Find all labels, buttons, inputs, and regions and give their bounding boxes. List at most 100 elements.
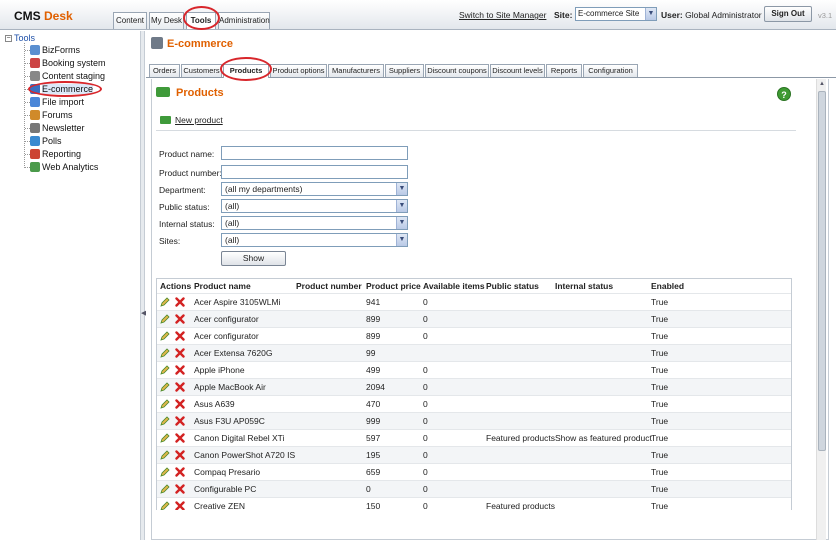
tab-customers[interactable]: Customers bbox=[181, 64, 222, 77]
edit-icon[interactable] bbox=[160, 433, 170, 443]
delete-icon[interactable] bbox=[175, 331, 185, 341]
tree-item-reporting[interactable]: Reporting bbox=[25, 148, 81, 160]
user-info: User: Global Administrator bbox=[661, 10, 762, 20]
scroll-thumb[interactable] bbox=[818, 91, 826, 451]
cell-product-name: Configurable PC bbox=[194, 484, 257, 494]
edit-icon[interactable] bbox=[160, 450, 170, 460]
products-content: Products ? New product Product name: Pro… bbox=[151, 79, 829, 540]
tree-item-web-analytics[interactable]: Web Analytics bbox=[25, 161, 98, 173]
delete-icon[interactable] bbox=[175, 433, 185, 443]
sites-select[interactable]: (all) ▼ bbox=[221, 233, 408, 247]
collapse-icon[interactable]: − bbox=[5, 35, 12, 43]
col-public-status[interactable]: Public status bbox=[486, 279, 539, 293]
product-number-input[interactable] bbox=[221, 165, 408, 179]
edit-icon[interactable] bbox=[160, 382, 170, 392]
tab-discount-coupons[interactable]: Discount coupons bbox=[425, 64, 489, 77]
edit-icon[interactable] bbox=[160, 297, 170, 307]
delete-icon[interactable] bbox=[175, 450, 185, 460]
bizforms-icon bbox=[30, 45, 40, 55]
cell-enabled: True bbox=[651, 450, 669, 460]
tree-item-bizforms[interactable]: BizForms bbox=[25, 44, 80, 56]
cell-available-items: 0 bbox=[423, 416, 428, 426]
tree-item-file-import[interactable]: File import bbox=[25, 96, 84, 108]
switch-site-manager-link[interactable]: Switch to Site Manager bbox=[459, 10, 546, 20]
col-internal-status[interactable]: Internal status bbox=[555, 279, 613, 293]
cell-enabled: True bbox=[651, 399, 669, 409]
tree-item-ecommerce[interactable]: E-commerce bbox=[25, 83, 94, 95]
tree-item-forums[interactable]: Forums bbox=[25, 109, 73, 121]
col-product-number[interactable]: Product number bbox=[296, 279, 362, 293]
edit-icon[interactable] bbox=[160, 416, 170, 426]
delete-icon[interactable] bbox=[175, 416, 185, 426]
tab-discount-levels[interactable]: Discount levels bbox=[490, 64, 545, 77]
cell-product-name: Compaq Presario bbox=[194, 467, 261, 477]
edit-icon[interactable] bbox=[160, 501, 170, 510]
cell-available-items: 0 bbox=[423, 314, 428, 324]
delete-icon[interactable] bbox=[175, 297, 185, 307]
delete-icon[interactable] bbox=[175, 484, 185, 494]
scroll-up-icon[interactable]: ▲ bbox=[817, 79, 827, 89]
edit-icon[interactable] bbox=[160, 484, 170, 494]
edit-icon[interactable] bbox=[160, 399, 170, 409]
pane-splitter[interactable]: ◀ bbox=[141, 31, 146, 540]
edit-icon[interactable] bbox=[160, 314, 170, 324]
help-icon[interactable]: ? bbox=[777, 87, 791, 101]
delete-icon[interactable] bbox=[175, 365, 185, 375]
tab-content[interactable]: Content bbox=[113, 12, 147, 29]
tab-my-desk[interactable]: My Desk bbox=[149, 12, 184, 29]
col-available-items[interactable]: Available items bbox=[423, 279, 485, 293]
ecommerce-icon bbox=[151, 37, 163, 49]
cell-available-items: 0 bbox=[423, 433, 428, 443]
product-number-label: Product number: bbox=[159, 168, 222, 178]
section-title: Products bbox=[156, 87, 224, 99]
tree-item-newsletter[interactable]: Newsletter bbox=[25, 122, 85, 134]
delete-icon[interactable] bbox=[175, 348, 185, 358]
vertical-scrollbar[interactable]: ▲ ▼ bbox=[816, 79, 826, 540]
ecommerce-icon bbox=[30, 84, 40, 94]
edit-icon[interactable] bbox=[160, 331, 170, 341]
public-status-select[interactable]: (all) ▼ bbox=[221, 199, 408, 213]
internal-status-select[interactable]: (all) ▼ bbox=[221, 216, 408, 230]
col-actions[interactable]: Actions bbox=[160, 279, 191, 293]
module-tabs: Orders Customers Products Product option… bbox=[146, 64, 836, 78]
tab-configuration[interactable]: Configuration bbox=[583, 64, 638, 77]
site-select[interactable]: E-commerce Site ▼ bbox=[575, 7, 657, 21]
cell-available-items: 0 bbox=[423, 331, 428, 341]
tab-product-options[interactable]: Product options bbox=[270, 64, 327, 77]
cell-available-items: 0 bbox=[423, 399, 428, 409]
col-product-name[interactable]: Product name bbox=[194, 279, 251, 293]
tab-tools[interactable]: Tools bbox=[186, 12, 216, 29]
app-logo: CMS Desk bbox=[14, 9, 73, 23]
sign-out-button[interactable]: Sign Out bbox=[764, 6, 812, 22]
product-name-input[interactable] bbox=[221, 146, 408, 160]
tab-suppliers[interactable]: Suppliers bbox=[385, 64, 424, 77]
delete-icon[interactable] bbox=[175, 501, 185, 510]
department-select[interactable]: (all my departments) ▼ bbox=[221, 182, 408, 196]
tab-administration[interactable]: Administration bbox=[218, 12, 270, 29]
delete-icon[interactable] bbox=[175, 382, 185, 392]
department-label: Department: bbox=[159, 185, 206, 195]
tab-orders[interactable]: Orders bbox=[149, 64, 180, 77]
cell-enabled: True bbox=[651, 416, 669, 426]
analytics-icon bbox=[30, 162, 40, 172]
tree-item-content-staging[interactable]: Content staging bbox=[25, 70, 105, 82]
delete-icon[interactable] bbox=[175, 314, 185, 324]
col-product-price[interactable]: Product price bbox=[366, 279, 421, 293]
edit-icon[interactable] bbox=[160, 348, 170, 358]
tab-products[interactable]: Products bbox=[223, 64, 269, 78]
delete-icon[interactable] bbox=[175, 467, 185, 477]
cell-enabled: True bbox=[651, 297, 669, 307]
col-enabled[interactable]: Enabled bbox=[651, 279, 684, 293]
tree-root-tools[interactable]: − Tools bbox=[5, 33, 35, 43]
cell-enabled: True bbox=[651, 382, 669, 392]
new-product-link[interactable]: New product bbox=[160, 115, 223, 125]
tree-item-booking-system[interactable]: Booking system bbox=[25, 57, 106, 69]
edit-icon[interactable] bbox=[160, 467, 170, 477]
tab-reports[interactable]: Reports bbox=[546, 64, 582, 77]
delete-icon[interactable] bbox=[175, 399, 185, 409]
cell-enabled: True bbox=[651, 331, 669, 341]
show-button[interactable]: Show bbox=[221, 251, 286, 266]
tree-item-polls[interactable]: Polls bbox=[25, 135, 62, 147]
tab-manufacturers[interactable]: Manufacturers bbox=[328, 64, 384, 77]
edit-icon[interactable] bbox=[160, 365, 170, 375]
